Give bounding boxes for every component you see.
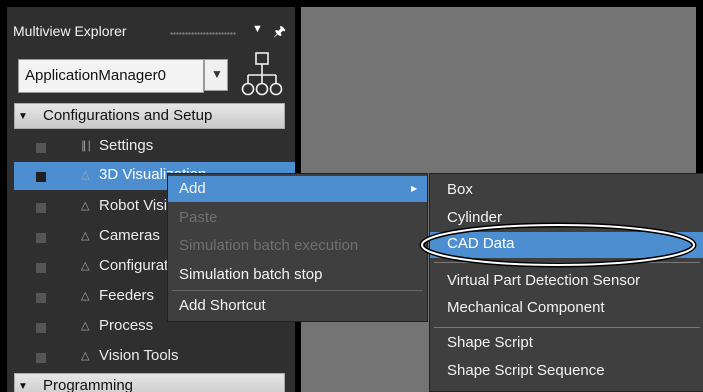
item-status-marker [36, 323, 46, 333]
item-status-marker [36, 263, 46, 273]
tree-item-vision-tools[interactable]: △ Vision Tools [14, 343, 295, 371]
folder-icon: △ [81, 230, 90, 242]
item-status-marker [36, 172, 46, 182]
folder-icon: △ [81, 200, 90, 212]
tree-item-label: Feeders [99, 287, 155, 304]
folder-icon: △ [81, 290, 90, 302]
submenu-item-label: Cylinder [447, 209, 503, 226]
section-configurations-and-setup[interactable]: ▼ Configurations and Setup [14, 103, 285, 129]
submenu-arrow-icon: ▶ [411, 184, 418, 193]
item-status-marker [36, 353, 46, 363]
menu-item-add-shortcut[interactable]: Add Shortcut [168, 293, 427, 319]
application-dropdown-field[interactable]: ApplicationManager0 [18, 59, 204, 93]
menu-item-label: Simulation batch stop [179, 266, 323, 283]
pin-icon[interactable]: 🖈 [273, 21, 286, 45]
section-label: Programming [43, 377, 134, 392]
context-menu: Add ▶ Paste Simulation batch execution S… [167, 173, 428, 322]
section-label: Configurations and Setup [43, 107, 213, 124]
submenu-item-cylinder[interactable]: Cylinder [430, 206, 703, 232]
submenu-item-label: Virtual Part Detection Sensor [447, 272, 641, 289]
menu-item-label: Paste [179, 209, 218, 226]
screenshot-frame: Multiview Explorer ▼ 🖈 ApplicationManage… [0, 0, 703, 392]
explorer-title: Multiview Explorer [13, 23, 127, 39]
folder-icon: △ [81, 260, 90, 272]
item-status-marker [36, 203, 46, 213]
settings-icon: ∥∣ [81, 140, 92, 152]
hierarchy-view-icon[interactable] [240, 51, 286, 101]
tree-item-label: Cameras [99, 227, 160, 244]
section-programming[interactable]: ▼ Programming [14, 373, 285, 392]
submenu-item-box[interactable]: Box [430, 178, 703, 204]
add-submenu: Box Cylinder CAD Data Virtual Part Detec… [429, 173, 703, 392]
tree-item-settings[interactable]: ∥∣ Settings [14, 133, 295, 161]
title-grip-dots [170, 32, 236, 35]
menu-separator [172, 290, 423, 291]
application-dropdown[interactable]: ApplicationManager0 ▼ [18, 59, 228, 93]
submenu-item-label: Mechanical Component [447, 299, 605, 316]
submenu-item-cad-data[interactable]: CAD Data [430, 232, 703, 258]
submenu-separator [434, 262, 700, 263]
pane-options-chevron-icon[interactable]: ▼ [252, 23, 263, 35]
chevron-down-icon: ▼ [211, 67, 223, 81]
explorer-title-bar: Multiview Explorer ▼ 🖈 [7, 21, 295, 43]
menu-item-add[interactable]: Add ▶ [168, 176, 427, 202]
menu-item-label: Add Shortcut [179, 297, 266, 314]
submenu-item-label: CAD Data [447, 235, 515, 252]
submenu-item-mechanical-component[interactable]: Mechanical Component [430, 296, 703, 322]
dropdown-button[interactable]: ▼ [204, 59, 228, 91]
menu-item-simulation-batch-stop[interactable]: Simulation batch stop [168, 262, 427, 288]
menu-item-simulation-batch-execution: Simulation batch execution [168, 233, 427, 259]
tree-item-label: Settings [99, 137, 154, 154]
application-dropdown-value: ApplicationManager0 [25, 67, 166, 84]
submenu-separator [434, 327, 700, 328]
submenu-item-label: Box [447, 181, 473, 198]
tree-item-label: Vision Tools [99, 347, 179, 364]
submenu-item-label: Shape Script [447, 334, 533, 351]
expand-triangle-icon[interactable]: ▼ [18, 381, 28, 392]
folder-icon: △ [81, 169, 90, 181]
folder-icon: △ [81, 350, 90, 362]
menu-item-paste: Paste [168, 205, 427, 231]
submenu-item-virtual-part-detection-sensor[interactable]: Virtual Part Detection Sensor [430, 269, 703, 295]
item-status-marker [36, 233, 46, 243]
tree-item-label: Process [99, 317, 154, 334]
item-status-marker [36, 143, 46, 153]
submenu-item-label: Shape Script Sequence [447, 362, 605, 379]
item-status-marker [36, 293, 46, 303]
submenu-item-shape-script-sequence[interactable]: Shape Script Sequence [430, 359, 703, 385]
expand-triangle-icon[interactable]: ▼ [18, 111, 28, 122]
menu-item-label: Simulation batch execution [179, 237, 359, 254]
submenu-item-shape-script[interactable]: Shape Script [430, 331, 703, 357]
menu-item-label: Add [179, 180, 206, 197]
folder-icon: △ [81, 320, 90, 332]
